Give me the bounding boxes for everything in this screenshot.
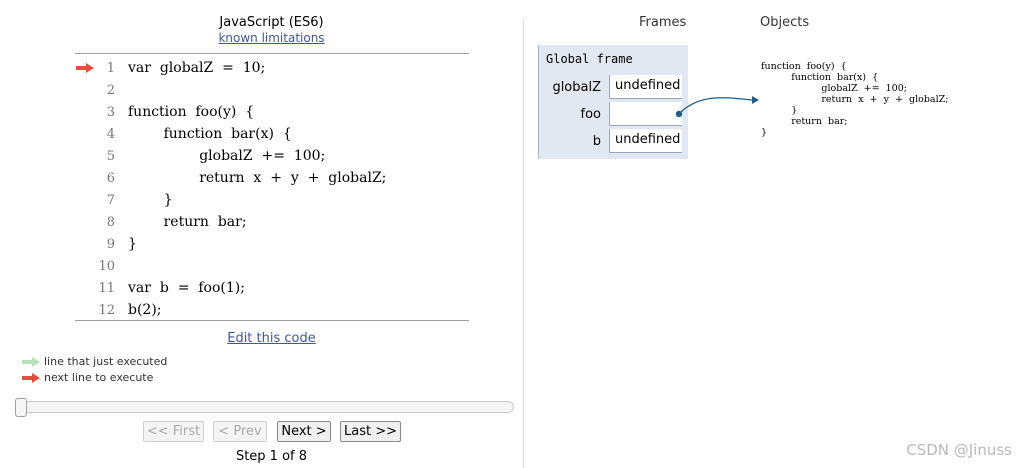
line-number: 5 <box>106 149 115 164</box>
legend-next-label: next line to execute <box>44 371 154 384</box>
objects-heading: Objects <box>760 15 810 30</box>
var-name-foo: foo <box>580 107 601 122</box>
red-arrow-icon <box>22 373 40 383</box>
var-value-foo <box>609 102 682 126</box>
legend-executed-label: line that just executed <box>44 355 168 368</box>
code-listing: 1 var globalZ = 10; 2 3 function foo(y) { 4 f… <box>75 53 469 321</box>
code-text: } <box>128 236 137 252</box>
code-pane: JavaScript (ES6) known limitations 1 var … <box>0 0 523 468</box>
code-text: globalZ += 100; <box>128 148 326 164</box>
pane-divider <box>523 18 524 468</box>
step-slider-track[interactable] <box>17 401 514 413</box>
code-text: var globalZ = 10; <box>128 60 266 76</box>
line-number: 12 <box>98 303 115 318</box>
line-number: 1 <box>106 61 115 76</box>
language-label: JavaScript (ES6) <box>219 15 324 30</box>
code-text: function foo(y) { <box>128 104 255 120</box>
code-line: 5 globalZ += 100; <box>75 146 469 168</box>
code-text: function bar(x) { <box>128 126 292 142</box>
code-line: 4 function bar(x) { <box>75 124 469 146</box>
code-text: return bar; <box>128 214 247 230</box>
code-line: 2 <box>75 80 469 102</box>
var-value-globalZ: undefined <box>609 75 682 99</box>
edit-code-link[interactable]: Edit this code <box>0 331 543 346</box>
line-number: 8 <box>106 215 115 230</box>
code-line: 6 return x + y + globalZ; <box>75 168 469 190</box>
code-text: var b = foo(1); <box>128 280 245 296</box>
line-number: 9 <box>106 237 115 252</box>
first-button[interactable]: << First <box>143 421 204 442</box>
code-line: 7 } <box>75 190 469 212</box>
frames-heading: Frames <box>639 15 687 30</box>
green-arrow-icon <box>22 357 40 367</box>
pointer-arrowhead <box>752 96 759 104</box>
step-slider-handle[interactable] <box>15 398 27 417</box>
line-number: 11 <box>98 281 115 296</box>
pointer-curve <box>678 97 753 115</box>
code-line: 9} <box>75 234 469 256</box>
line-number: 3 <box>106 105 115 120</box>
next-button[interactable]: Next > <box>277 421 331 442</box>
line-number: 6 <box>106 171 115 186</box>
global-frame-title: Global frame <box>546 52 633 66</box>
prev-button[interactable]: < Prev <box>213 421 267 442</box>
current-line-arrow-icon <box>76 63 94 73</box>
code-line: 1 var globalZ = 10; <box>75 58 469 80</box>
line-number: 7 <box>106 193 115 208</box>
code-text: return x + y + globalZ; <box>128 170 387 186</box>
code-line: 11 var b = foo(1); <box>75 278 469 300</box>
global-frame: Global frame globalZ undefined foo b und… <box>538 45 688 159</box>
var-value-b: undefined <box>609 129 682 153</box>
code-line: 8 return bar; <box>75 212 469 234</box>
var-name-globalZ: globalZ <box>552 80 601 95</box>
code-line: 12 b(2); <box>75 300 469 322</box>
var-name-b: b <box>592 134 601 149</box>
code-line: 3 function foo(y) { <box>75 102 469 124</box>
code-text: b(2); <box>128 302 162 318</box>
last-button[interactable]: Last >> <box>340 421 401 442</box>
known-limitations-link[interactable]: known limitations <box>0 31 543 45</box>
watermark: CSDN @Jinuss <box>906 441 1012 459</box>
line-number: 2 <box>106 83 115 98</box>
line-number: 4 <box>106 127 115 142</box>
function-object-foo: function foo(y) { function bar(x) { glob… <box>761 61 949 138</box>
line-number: 10 <box>98 259 115 274</box>
code-text: } <box>128 192 173 208</box>
code-line: 10 <box>75 256 469 278</box>
step-counter: Step 1 of 8 <box>235 449 308 464</box>
